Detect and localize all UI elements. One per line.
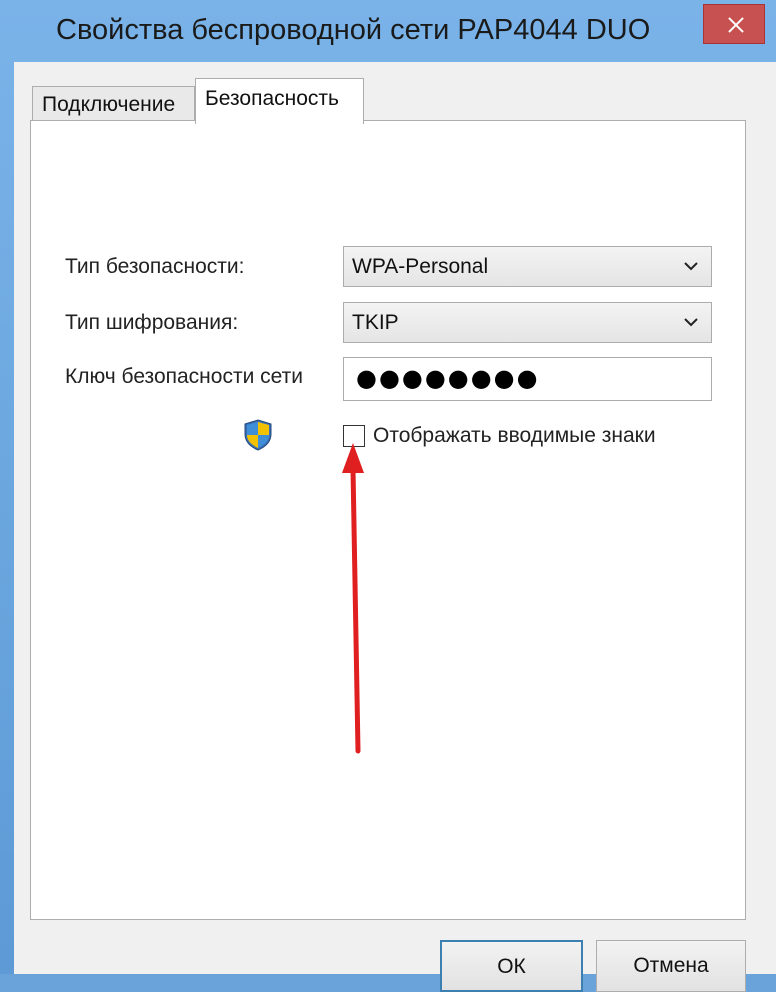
tab-security[interactable]: Безопасность xyxy=(195,78,364,124)
network-key-value: ●●●●●●●● xyxy=(356,364,540,392)
encryption-type-select[interactable]: TKIP xyxy=(343,302,712,343)
security-type-label: Тип безопасности: xyxy=(65,255,245,278)
chevron-down-icon xyxy=(684,262,698,271)
network-key-label: Ключ безопасности сети xyxy=(65,365,303,388)
tab-connection[interactable]: Подключение xyxy=(32,86,195,124)
ok-button[interactable]: ОК xyxy=(440,940,583,992)
dialog-window: Свойства беспроводной сети PAP4044 DUO П… xyxy=(0,0,776,992)
encryption-type-label: Тип шифрования: xyxy=(65,311,239,334)
annotation-arrow-icon xyxy=(342,443,364,754)
network-key-input[interactable]: ●●●●●●●● xyxy=(343,357,712,401)
security-type-value: WPA-Personal xyxy=(352,255,489,278)
security-type-select[interactable]: WPA-Personal xyxy=(343,246,712,287)
dialog-client-area: Подключение Безопасность Тип безопасност… xyxy=(14,62,776,992)
close-icon[interactable] xyxy=(703,4,765,44)
show-chars-label[interactable]: Отображать вводимые знаки xyxy=(373,424,656,448)
security-panel: Тип безопасности: WPA-Personal Тип шифро… xyxy=(30,120,746,920)
cancel-button[interactable]: Отмена xyxy=(596,940,746,992)
uac-shield-icon xyxy=(244,419,272,451)
chevron-down-icon xyxy=(684,318,698,327)
window-title: Свойства беспроводной сети PAP4044 DUO xyxy=(56,14,651,46)
encryption-type-value: TKIP xyxy=(352,311,399,334)
